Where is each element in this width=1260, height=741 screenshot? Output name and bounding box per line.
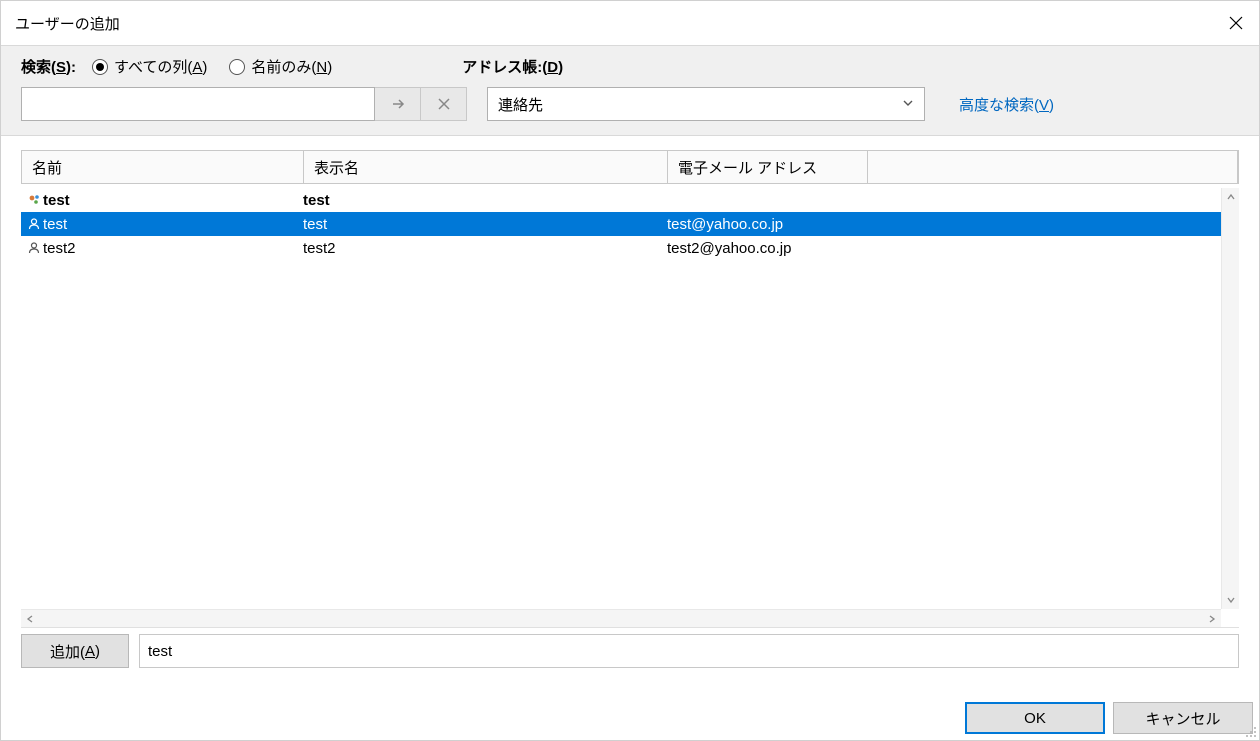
person-icon [21,241,43,255]
list-item[interactable]: test test test@yahoo.co.jp [21,212,1221,236]
list-item[interactable]: test2 test2 test2@yahoo.co.jp [21,236,1221,260]
cell-name: test [43,192,303,209]
vertical-scrollbar[interactable] [1221,188,1239,609]
horizontal-scrollbar[interactable] [21,609,1221,627]
add-recipients-input[interactable] [139,634,1239,668]
dialog-footer: OK キャンセル [1,692,1259,740]
radio-dot-icon [229,59,245,75]
x-icon [438,98,450,110]
cell-display: test [303,192,667,209]
search-go-button[interactable] [375,87,421,121]
radio-name-only[interactable]: 名前のみ(N) [229,56,332,77]
resize-grip-icon[interactable] [1243,724,1257,738]
cell-name: test2 [43,240,303,257]
header-display[interactable]: 表示名 [304,151,668,183]
header-name[interactable]: 名前 [22,151,304,183]
cancel-button[interactable]: キャンセル [1113,702,1253,734]
cell-email: test2@yahoo.co.jp [667,240,1221,257]
list-group-row[interactable]: test test [21,188,1221,212]
cell-display: test [303,216,667,233]
window-title: ユーザーの追加 [15,13,120,34]
scroll-up-icon [1222,188,1239,206]
addressbook-selected: 連絡先 [498,94,543,115]
add-user-dialog: ユーザーの追加 検索(S): すべての列(A) 名前のみ(N) [0,0,1260,741]
radio-dot-icon [92,59,108,75]
search-input[interactable] [21,87,375,121]
arrow-right-icon [391,97,405,111]
controls-bar: 検索(S): すべての列(A) 名前のみ(N) アドレス帳:(D) [1,45,1259,136]
cell-email: test@yahoo.co.jp [667,216,1221,233]
column-headers: 名前 表示名 電子メール アドレス [21,150,1239,184]
search-clear-button[interactable] [421,87,467,121]
scroll-down-icon [1222,591,1239,609]
cell-display: test2 [303,240,667,257]
titlebar: ユーザーの追加 [1,1,1259,45]
person-icon [21,217,43,231]
cell-name: test [43,216,303,233]
add-button[interactable]: 追加(A) [21,634,129,668]
add-row: 追加(A) [21,634,1239,668]
close-icon [1229,16,1243,30]
scroll-left-icon [21,610,39,627]
chevron-down-icon [902,96,914,113]
ok-button[interactable]: OK [965,702,1105,734]
advanced-search-link[interactable]: 高度な検索(V) [959,94,1054,115]
search-label: 検索(S): [21,56,76,77]
contact-list: test test test test test@yahoo.co.jp [21,188,1239,628]
scroll-right-icon [1203,610,1221,627]
addressbook-select[interactable]: 連絡先 [487,87,925,121]
radio-all-columns[interactable]: すべての列(A) [92,56,207,77]
close-button[interactable] [1213,1,1259,45]
radio-all-label: すべての列(A) [114,56,207,77]
radio-name-label: 名前のみ(N) [251,56,332,77]
header-blank [868,151,1238,183]
addressbook-label: アドレス帳:(D) [462,56,563,77]
header-email[interactable]: 電子メール アドレス [668,151,868,183]
group-icon [21,193,43,207]
